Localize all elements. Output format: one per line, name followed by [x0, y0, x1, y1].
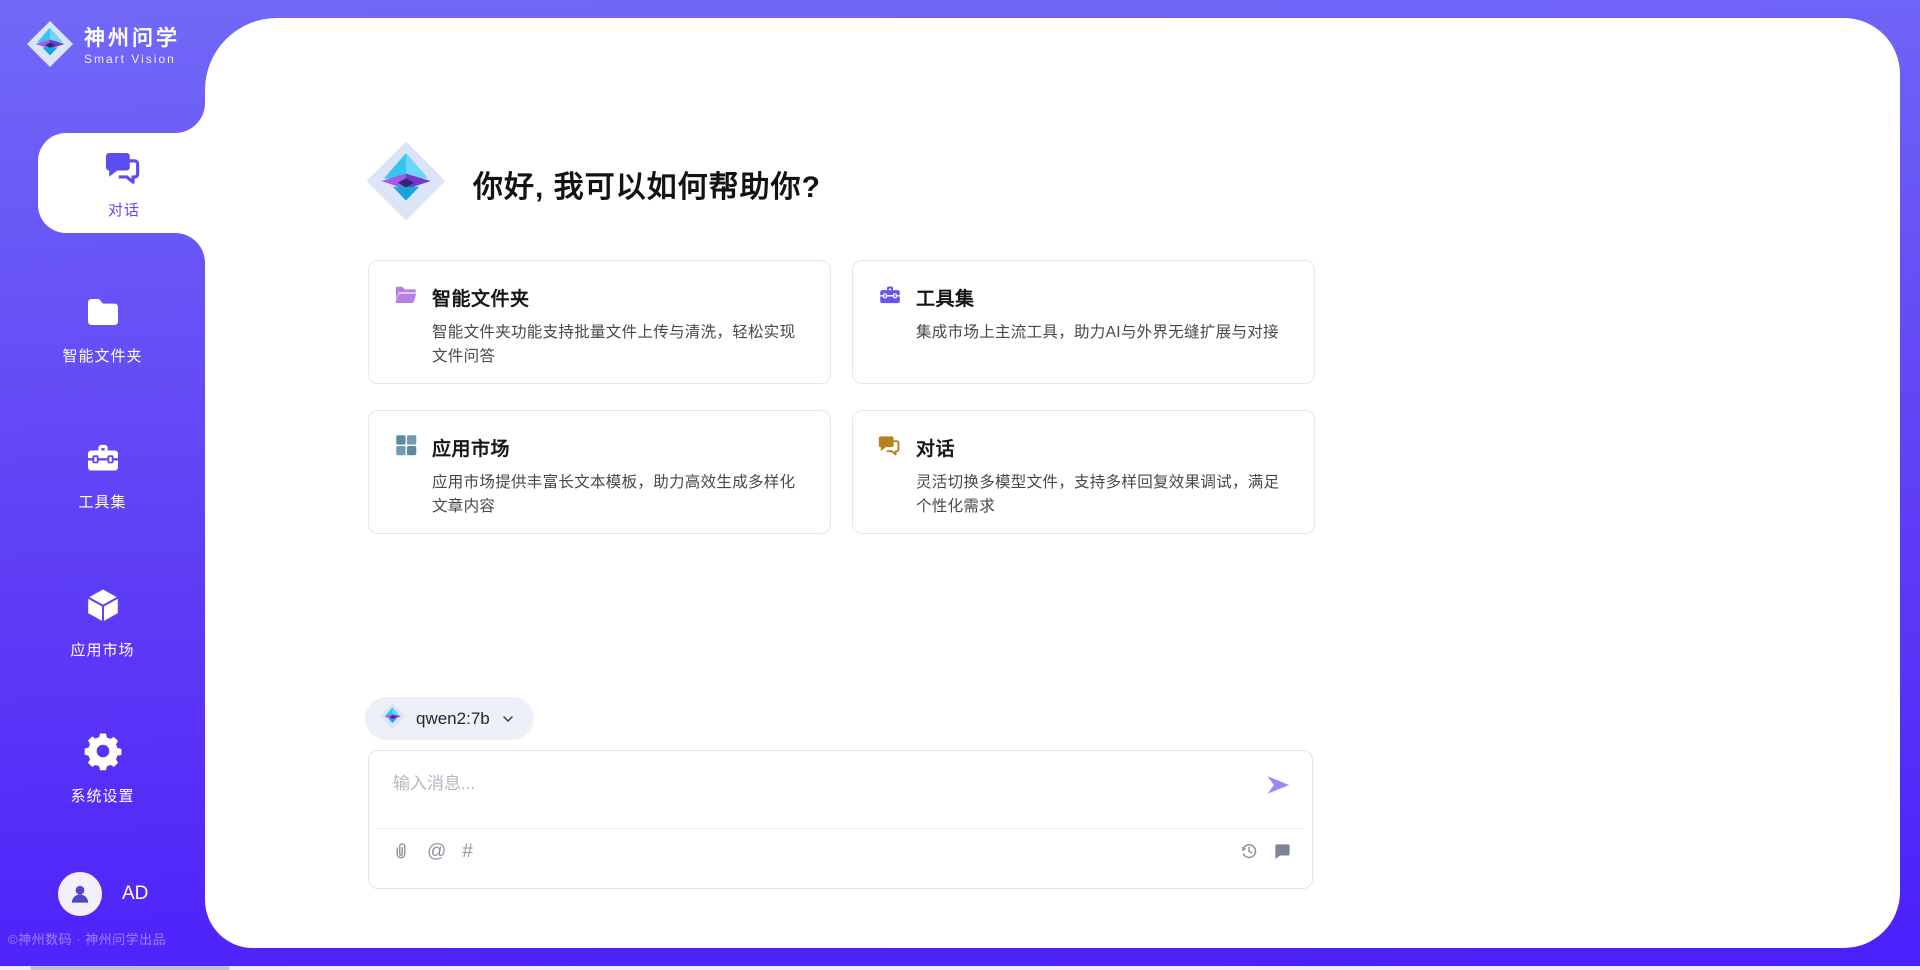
feature-cards: 智能文件夹 智能文件夹功能支持批量文件上传与清洗，轻松实现文件问答 工具集 集成…: [368, 260, 1315, 534]
app-logo-icon: [365, 140, 447, 227]
card-title: 智能文件夹: [432, 284, 530, 311]
card-chat[interactable]: 对话 灵活切换多模型文件，支持多样回复效果调试，满足个性化需求: [852, 410, 1315, 534]
sidebar-item-label: 系统设置: [70, 785, 134, 806]
model-selector[interactable]: qwen2:7b: [365, 697, 534, 740]
avatar: [58, 872, 102, 916]
chevron-down-icon: [500, 711, 516, 727]
folder-icon: [83, 292, 123, 336]
copyright: ©神州数码 · 神州问学出品: [8, 929, 166, 948]
sidebar-item-label: 智能文件夹: [62, 345, 142, 366]
cube-icon: [82, 584, 124, 630]
send-button[interactable]: [1264, 771, 1292, 799]
chat-icon: [103, 146, 145, 193]
sidebar-item-smart-folder[interactable]: 智能文件夹: [0, 292, 205, 366]
chat-icon: [877, 432, 903, 463]
user-initials: AD: [122, 883, 148, 905]
folder-icon: [393, 282, 419, 313]
sidebar-item-app-market[interactable]: 应用市场: [0, 584, 205, 660]
card-app-market[interactable]: 应用市场 应用市场提供丰富长文本模板，助力高效生成多样化文章内容: [368, 410, 831, 534]
card-description: 集成市场上主流工具，助力AI与外界无缝扩展与对接: [916, 321, 1290, 345]
card-toolset[interactable]: 工具集 集成市场上主流工具，助力AI与外界无缝扩展与对接: [852, 260, 1315, 384]
card-title: 对话: [916, 434, 955, 461]
greeting-title: 你好, 我可以如何帮助你?: [473, 162, 821, 206]
scrollbar-thumb[interactable]: [30, 966, 230, 970]
history-icon[interactable]: [1239, 841, 1259, 861]
at-icon[interactable]: @: [427, 842, 446, 861]
sidebar-item-settings[interactable]: 系统设置: [0, 730, 205, 806]
card-title: 应用市场: [432, 434, 510, 461]
horizontal-scrollbar[interactable]: [0, 966, 1920, 970]
sidebar-item-chat[interactable]: 对话: [38, 133, 210, 233]
greeting: 你好, 我可以如何帮助你?: [365, 140, 821, 227]
chat-bubble-icon[interactable]: [1273, 842, 1292, 861]
app-window: 神州问学 Smart Vision 对话: [0, 0, 1920, 970]
model-name: qwen2:7b: [416, 709, 490, 729]
sidebar-item-toolset[interactable]: 工具集: [0, 438, 205, 512]
tab-fillet-top: [175, 103, 205, 133]
card-description: 灵活切换多模型文件，支持多样回复效果调试，满足个性化需求: [916, 471, 1290, 518]
sidebar-item-label: 工具集: [78, 491, 126, 512]
sidebar-item-label: 对话: [108, 199, 140, 220]
brand-name: 神州问学: [84, 27, 180, 50]
card-description: 智能文件夹功能支持批量文件上传与清洗，轻松实现文件问答: [432, 321, 806, 368]
brand: 神州问学 Smart Vision: [26, 20, 180, 73]
hash-icon[interactable]: #: [462, 842, 473, 861]
composer-divider: [377, 828, 1304, 829]
message-composer: @ #: [368, 750, 1313, 889]
toolbox-icon: [83, 438, 123, 482]
toolbox-icon: [877, 282, 903, 313]
send-icon: [1264, 771, 1292, 799]
brand-logo-icon: [26, 20, 74, 73]
paperclip-icon[interactable]: [391, 841, 411, 861]
sidebar: 神州问学 Smart Vision 对话: [0, 0, 205, 970]
card-title: 工具集: [916, 284, 975, 311]
sidebar-item-label: 应用市场: [70, 639, 134, 660]
diamond-logo-icon: [379, 703, 406, 735]
grid-icon: [393, 432, 419, 463]
brand-subtitle: Smart Vision: [84, 53, 180, 66]
gear-icon: [82, 730, 124, 776]
card-description: 应用市场提供丰富长文本模板，助力高效生成多样化文章内容: [432, 471, 806, 518]
tab-fillet-bottom: [175, 233, 205, 263]
card-smart-folder[interactable]: 智能文件夹 智能文件夹功能支持批量文件上传与清洗，轻松实现文件问答: [368, 260, 831, 384]
message-input[interactable]: [391, 767, 1255, 823]
user-account[interactable]: AD: [58, 872, 148, 916]
